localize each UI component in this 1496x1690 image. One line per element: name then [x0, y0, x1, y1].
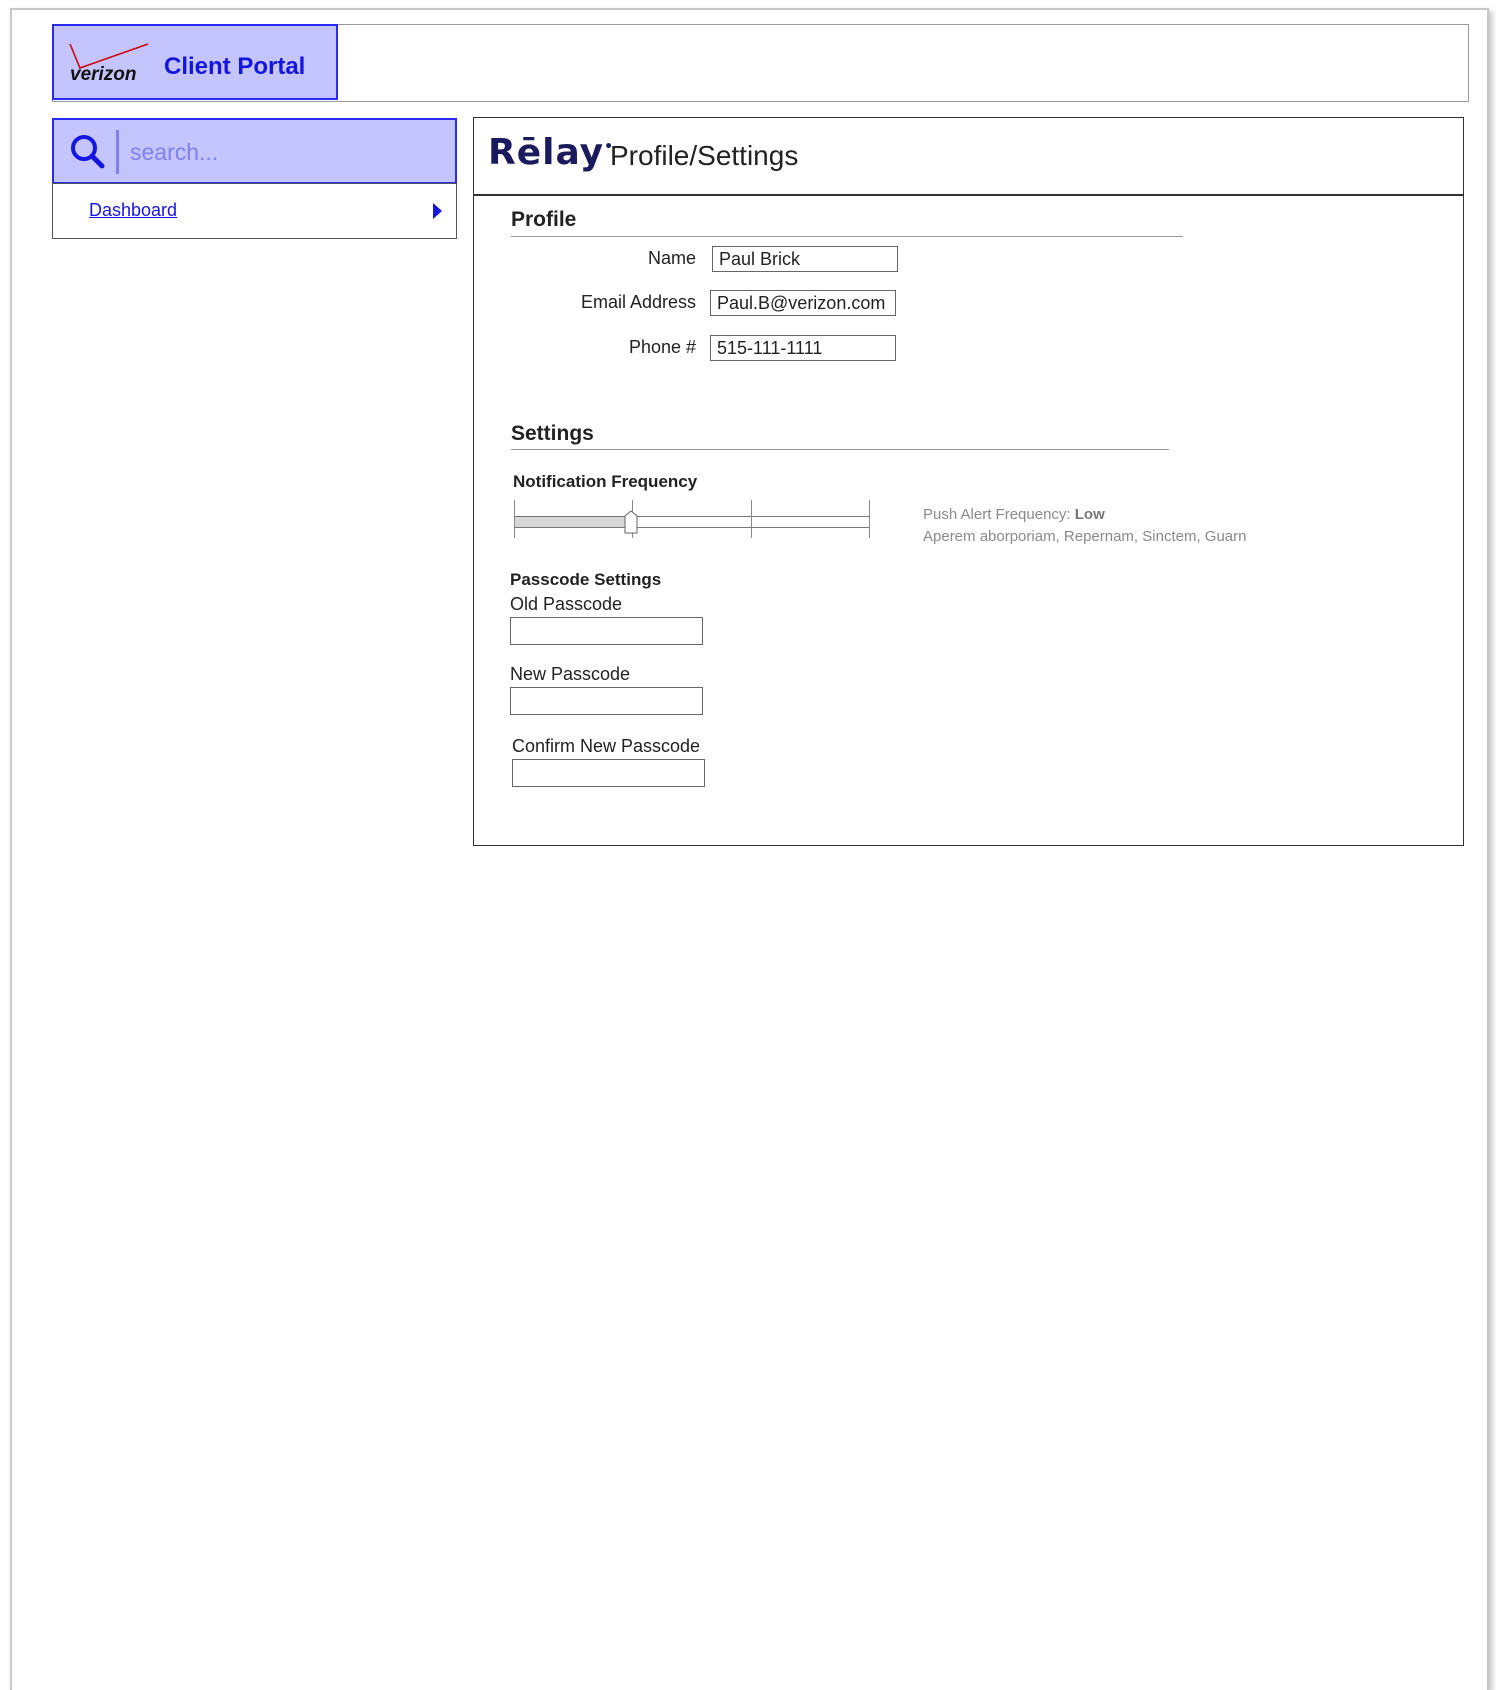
slider-tick	[514, 500, 515, 538]
relay-logo: Rēlay•	[488, 132, 615, 173]
slider-fill	[515, 517, 632, 527]
name-label: Name	[647, 248, 696, 268]
slider-tick	[869, 500, 870, 538]
slider-handle[interactable]	[624, 510, 638, 534]
page-title: Profile/Settings	[610, 140, 799, 171]
content-header: Rēlay• Profile/Settings	[473, 117, 1464, 195]
sidebar-item-dashboard[interactable]: Dashboard	[52, 183, 457, 239]
brand-box[interactable]: verizon Client Portal	[52, 24, 338, 100]
confirm-passcode-field[interactable]	[512, 759, 705, 787]
notification-frequency-slider[interactable]	[514, 500, 874, 540]
email-label: Email Address	[580, 292, 696, 312]
search-bar[interactable]	[52, 118, 457, 184]
new-passcode-label: New Passcode	[510, 664, 631, 684]
settings-panel: Profile Name Email Address Phone # Setti…	[473, 194, 1464, 846]
dashboard-link[interactable]: Dashboard	[89, 200, 177, 221]
phone-field[interactable]	[710, 335, 896, 361]
name-field[interactable]	[712, 246, 898, 272]
passcode-settings-heading: Passcode Settings	[510, 570, 662, 589]
push-alert-detail: Aperem aborporiam, Repernam, Sinctem, Gu…	[923, 528, 1247, 545]
profile-heading: Profile	[511, 208, 577, 231]
confirm-passcode-label: Confirm New Passcode	[512, 736, 701, 756]
push-alert-info: Push Alert Frequency: Low Aperem aborpor…	[923, 504, 1246, 548]
search-icon[interactable]	[68, 132, 108, 172]
email-field[interactable]	[710, 290, 896, 316]
old-passcode-label: Old Passcode	[510, 594, 623, 614]
verizon-logo: verizon	[69, 43, 149, 84]
settings-divider	[511, 449, 1169, 450]
search-divider	[116, 130, 119, 174]
portal-title: Client Portal	[164, 53, 306, 80]
push-alert-prefix: Push Alert Frequency:	[923, 506, 1075, 523]
push-alert-value: Low	[1074, 506, 1105, 523]
search-input[interactable]	[128, 130, 442, 174]
profile-divider	[511, 236, 1183, 237]
settings-heading: Settings	[511, 422, 594, 445]
slider-track[interactable]	[514, 516, 870, 528]
phone-label: Phone #	[628, 337, 696, 357]
new-passcode-field[interactable]	[510, 687, 703, 715]
slider-tick	[751, 500, 752, 538]
notification-frequency-label: Notification Frequency	[513, 472, 698, 491]
old-passcode-field[interactable]	[510, 617, 703, 645]
chevron-right-icon[interactable]	[433, 203, 442, 219]
brand-wordmark: verizon	[70, 64, 137, 84]
